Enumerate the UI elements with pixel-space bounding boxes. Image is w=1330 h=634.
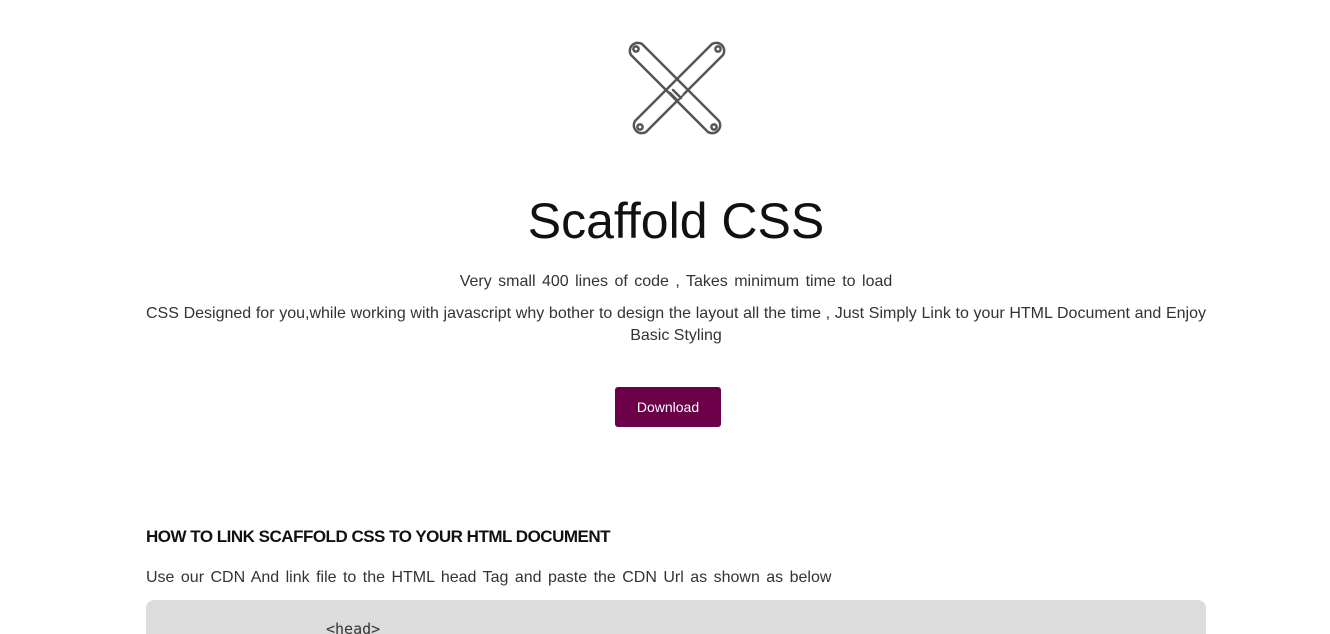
page-title: Scaffold CSS [527,193,825,249]
page: Scaffold CSS Very small 400 lines of cod… [0,0,1330,634]
crossed-wrenches-icon [628,41,726,135]
download-button[interactable]: Download [615,387,721,427]
code-block: <head> [146,600,1206,634]
logo [622,39,732,149]
code-line: <head> [326,620,381,634]
tagline: Very small 400 lines of code , Takes min… [459,273,893,290]
section-text: Use our CDN And link file to the HTML he… [146,569,832,586]
section-heading: HOW TO LINK SCAFFOLD CSS TO YOUR HTML DO… [146,527,611,546]
description: CSS Designed for you,while working with … [146,305,1206,344]
